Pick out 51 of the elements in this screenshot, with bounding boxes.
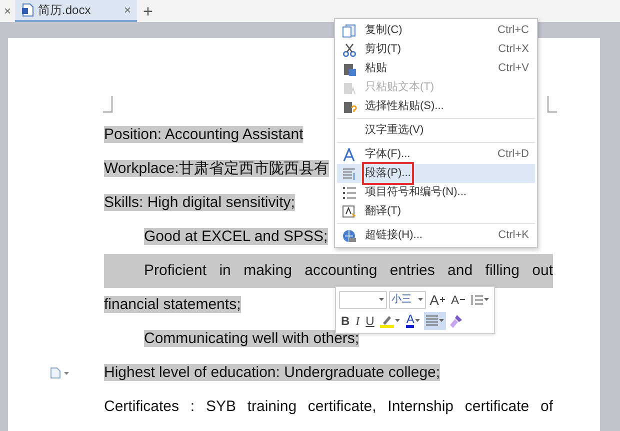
font-size-dropdown[interactable]: 小三 bbox=[388, 290, 426, 308]
line-spacing-icon bbox=[471, 294, 483, 306]
close-button[interactable]: × bbox=[120, 4, 136, 16]
paragraph-marker-icon bbox=[50, 367, 70, 380]
copy-icon bbox=[341, 24, 357, 38]
paragraph-icon bbox=[341, 166, 357, 180]
clipboard-icon bbox=[341, 80, 357, 94]
paragraph-line: Certificates : SYB training certificate, Internship certificate of bbox=[104, 397, 553, 417]
menu-item[interactable]: 翻译(T) bbox=[337, 202, 535, 221]
caret-icon bbox=[439, 319, 444, 322]
menu-item[interactable]: 汉字重选(V) bbox=[337, 118, 535, 140]
menu-item[interactable]: 项目符号和编号(N)... bbox=[337, 183, 535, 202]
menu-item[interactable]: 复制(C) Ctrl+C bbox=[337, 21, 535, 40]
clipboard-icon bbox=[341, 62, 357, 76]
add-tab-button[interactable]: + bbox=[137, 0, 159, 22]
highlighter-icon bbox=[380, 314, 394, 328]
document-tab[interactable]: 简历.docx × bbox=[15, 0, 138, 22]
close-button[interactable]: × bbox=[0, 0, 16, 22]
menu-item[interactable]: 粘贴 Ctrl+V bbox=[337, 59, 535, 78]
globe-link-icon bbox=[341, 228, 357, 242]
caret-icon bbox=[415, 319, 420, 322]
tab-label: 简历.docx bbox=[38, 2, 92, 19]
bold-button[interactable]: B bbox=[339, 312, 352, 330]
font-name-field[interactable] bbox=[339, 290, 387, 308]
document-icon bbox=[21, 3, 34, 17]
brush-icon bbox=[450, 314, 464, 328]
caret-icon bbox=[378, 298, 384, 301]
italic-button[interactable]: I bbox=[354, 312, 362, 330]
shrink-font-button[interactable]: A bbox=[448, 290, 467, 308]
grow-font-button[interactable]: A bbox=[428, 290, 447, 308]
bullet-list-icon bbox=[341, 186, 357, 200]
menu-item[interactable]: 剪切(T) Ctrl+X bbox=[337, 40, 535, 59]
corner-mark bbox=[103, 96, 113, 113]
font-icon bbox=[341, 148, 357, 162]
caret-icon bbox=[418, 298, 423, 301]
highlight-box: 段落(P)... bbox=[365, 165, 411, 182]
align-icon bbox=[426, 315, 438, 326]
scissors-icon bbox=[341, 42, 357, 56]
menu-item[interactable]: 超链接(H)... Ctrl+K bbox=[337, 223, 535, 245]
caret-icon bbox=[484, 298, 489, 301]
menu-item[interactable]: 选择性粘贴(S)... bbox=[337, 97, 535, 116]
corner-mark bbox=[547, 96, 557, 113]
caret-icon bbox=[395, 319, 400, 322]
clipboard-question-icon bbox=[341, 100, 357, 114]
plus-icon bbox=[440, 297, 445, 302]
minus-icon bbox=[460, 297, 465, 302]
align-button[interactable] bbox=[424, 312, 446, 330]
font-color-button[interactable]: A bbox=[404, 312, 422, 330]
underline-button[interactable]: U bbox=[364, 312, 376, 330]
translate-icon bbox=[341, 204, 357, 218]
menu-item[interactable]: 段落(P)... bbox=[337, 164, 535, 183]
